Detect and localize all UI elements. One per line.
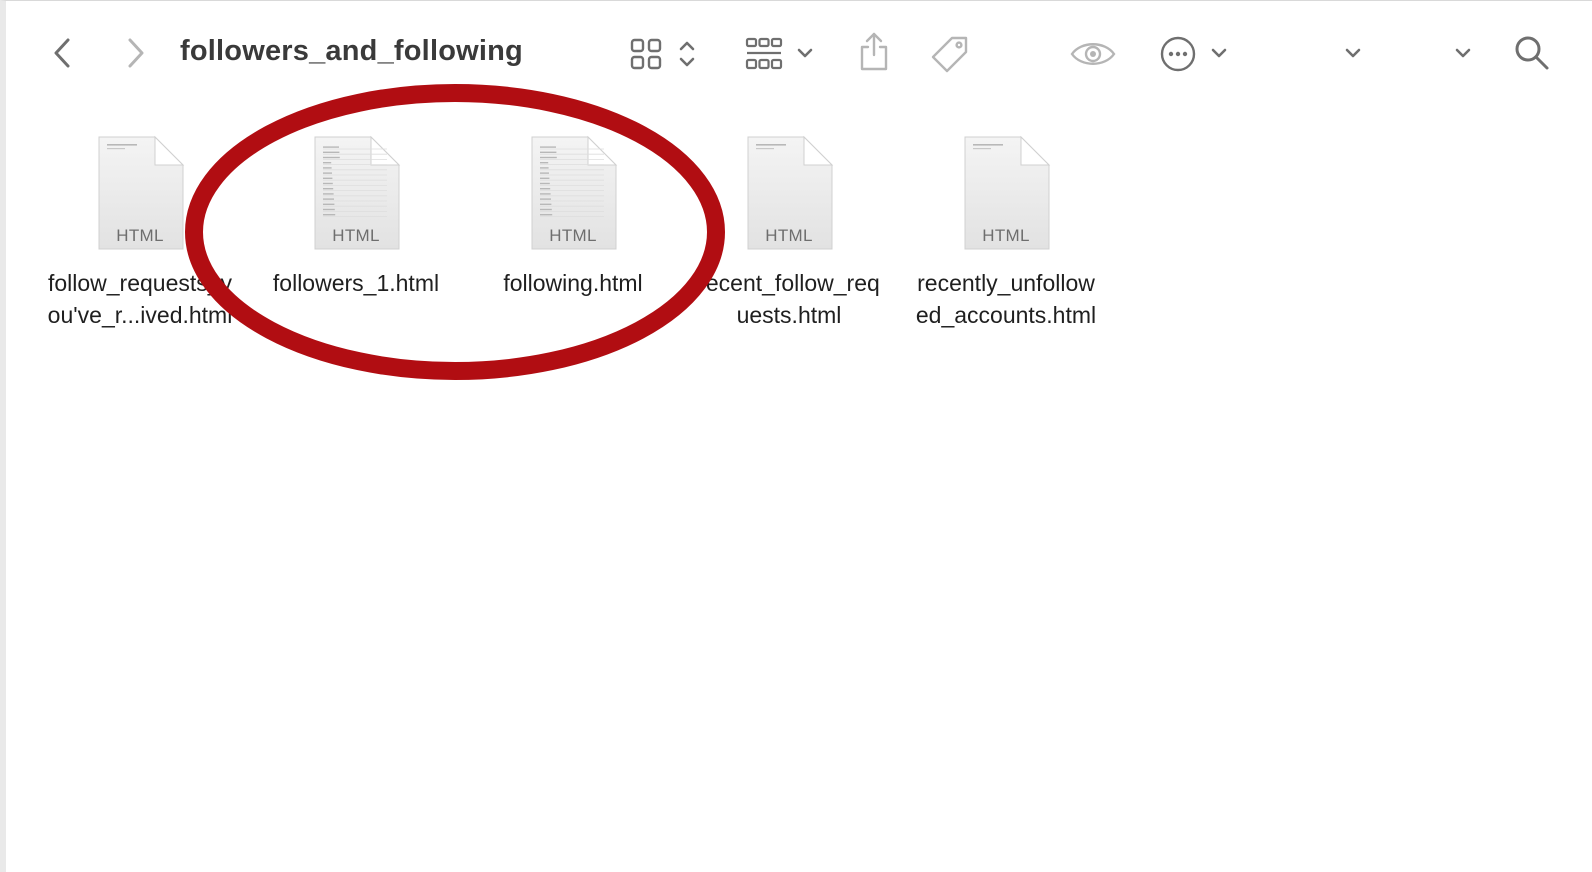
file-type-label: HTML	[549, 226, 597, 245]
chevron-down-icon[interactable]	[1208, 43, 1230, 63]
html-document-icon[interactable]: HTML	[95, 135, 185, 253]
sort-updown-icon[interactable]	[674, 37, 700, 71]
html-document-icon[interactable]: HTML	[528, 135, 618, 253]
group-by-icon[interactable]	[742, 35, 786, 73]
window-title: followers_and_following	[180, 35, 523, 67]
file-item[interactable]: HTML recently_unfollow ed_accounts.html	[896, 135, 1116, 331]
file-name[interactable]: following.html	[463, 267, 683, 299]
icon-grid-view-icon[interactable]	[626, 35, 666, 73]
file-item[interactable]: HTML follow_requests_y ou've_r...ived.ht…	[30, 135, 250, 331]
annotation-ellipse	[185, 84, 725, 380]
html-document-icon[interactable]: HTML	[961, 135, 1051, 253]
file-type-label: HTML	[765, 226, 813, 245]
chevron-down-icon[interactable]	[1452, 43, 1474, 63]
file-type-label: HTML	[332, 226, 380, 245]
finder-window: followers_and_following HTML follow_requ…	[0, 0, 1592, 872]
share-icon[interactable]	[854, 31, 894, 73]
tag-icon[interactable]	[928, 33, 972, 75]
html-document-icon[interactable]: HTML	[744, 135, 834, 253]
chevron-down-icon[interactable]	[794, 43, 816, 63]
file-name[interactable]: recent_follow_req uests.html	[679, 267, 899, 331]
file-type-label: HTML	[982, 226, 1030, 245]
chevron-down-icon[interactable]	[1342, 43, 1364, 63]
file-name[interactable]: follow_requests_y ou've_r...ived.html	[30, 267, 250, 331]
back-chevron-icon[interactable]	[46, 35, 78, 71]
search-icon[interactable]	[1512, 33, 1552, 73]
more-actions-icon[interactable]	[1158, 34, 1198, 74]
file-item[interactable]: HTML following.html	[463, 135, 683, 299]
forward-chevron-icon[interactable]	[120, 35, 152, 71]
file-type-label: HTML	[116, 226, 164, 245]
file-item[interactable]: HTML recent_follow_req uests.html	[679, 135, 899, 331]
file-name[interactable]: followers_1.html	[246, 267, 466, 299]
quick-look-eye-icon[interactable]	[1068, 37, 1118, 71]
toolbar: followers_and_following	[6, 1, 1592, 105]
file-item[interactable]: HTML followers_1.html	[246, 135, 466, 299]
html-document-icon[interactable]: HTML	[311, 135, 401, 253]
file-name[interactable]: recently_unfollow ed_accounts.html	[896, 267, 1116, 331]
